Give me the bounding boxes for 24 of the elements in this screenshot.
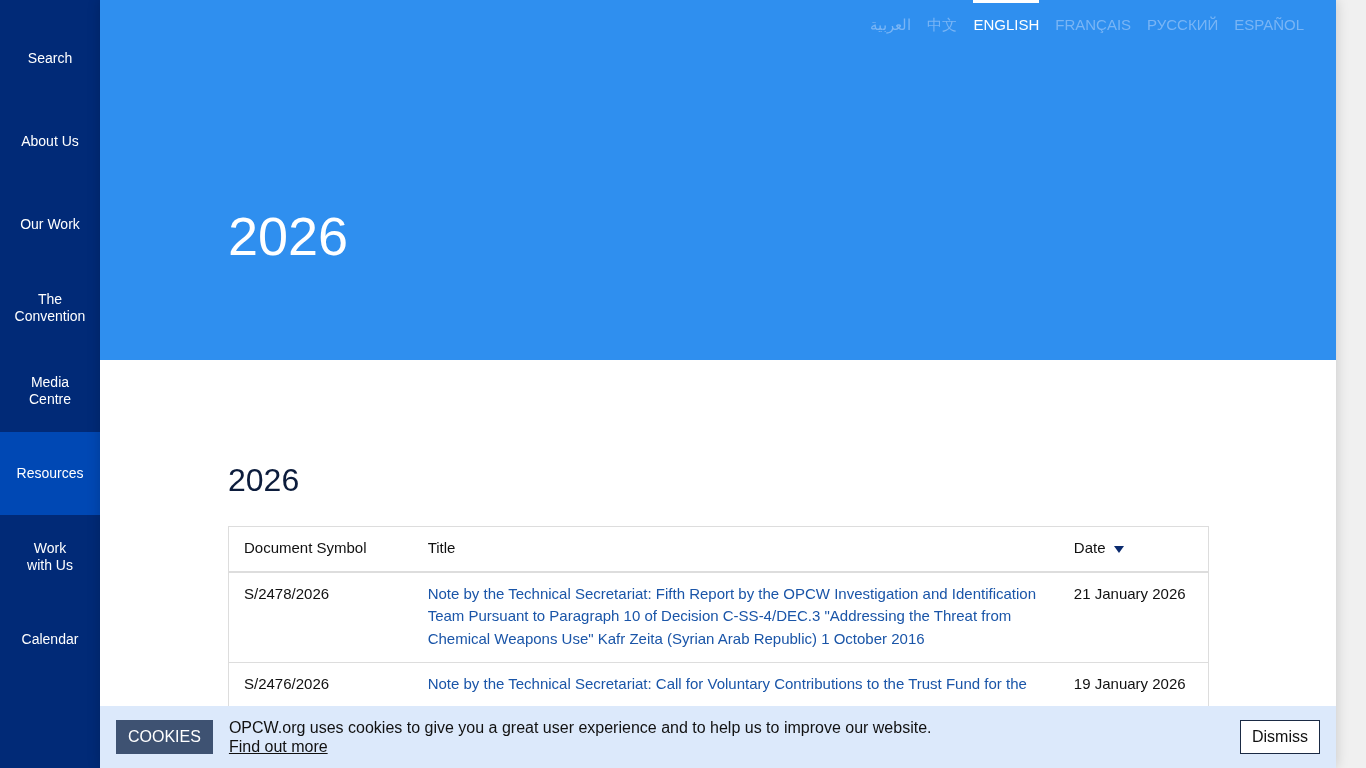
- sort-down-icon: [1113, 545, 1124, 553]
- document-symbol: S/2476/2026: [244, 675, 330, 692]
- section-heading: 2026: [228, 461, 301, 500]
- sidebar-item[interactable]: About Us: [0, 100, 100, 183]
- column-header[interactable]: Document Symbol: [244, 537, 367, 560]
- page-title: 2026: [228, 206, 350, 266]
- sidebar-item[interactable]: Calendar: [0, 598, 100, 681]
- sidebar-item[interactable]: The Convention: [0, 266, 100, 349]
- dismiss-button[interactable]: Dismiss: [1240, 720, 1320, 754]
- sidebar-item[interactable]: Work with Us: [0, 515, 100, 598]
- find-out-more-link[interactable]: Find out more: [228, 738, 328, 755]
- sidebar-item[interactable]: Search: [0, 17, 100, 100]
- cookie-message: OPCW.org uses cookies to give you a great user experience and to help us to improve our website.: [228, 719, 932, 736]
- document-link[interactable]: Note by the Technical Secretariat: Fifth Report by the OPCW Investigation and Identification Team Pursuant to Paragraph 10 of Decision C-SS-4/DEC.3 "Addressing the Threat from Chemical Weapons Use" Kafr Zeita (Syrian Arab Republic) 1 October 2016: [427, 582, 1044, 650]
- sidebar-item[interactable]: Our Work: [0, 183, 100, 266]
- document-link[interactable]: Note by the Technical Secretariat: Call for Voluntary Contributions to the Trust Fund for the: [427, 673, 1044, 696]
- cookies-badge: COOKIES: [116, 720, 213, 754]
- document-date: 21 January 2026: [1073, 584, 1186, 602]
- document-symbol: S/2478/2026: [244, 584, 330, 602]
- document-date: 19 January 2026: [1073, 675, 1186, 692]
- sidebar-item[interactable]: Media Centre: [0, 349, 100, 432]
- column-header[interactable]: Date: [1073, 537, 1124, 560]
- column-header[interactable]: Title: [427, 537, 456, 560]
- sidebar-item[interactable]: Resources: [0, 432, 100, 515]
